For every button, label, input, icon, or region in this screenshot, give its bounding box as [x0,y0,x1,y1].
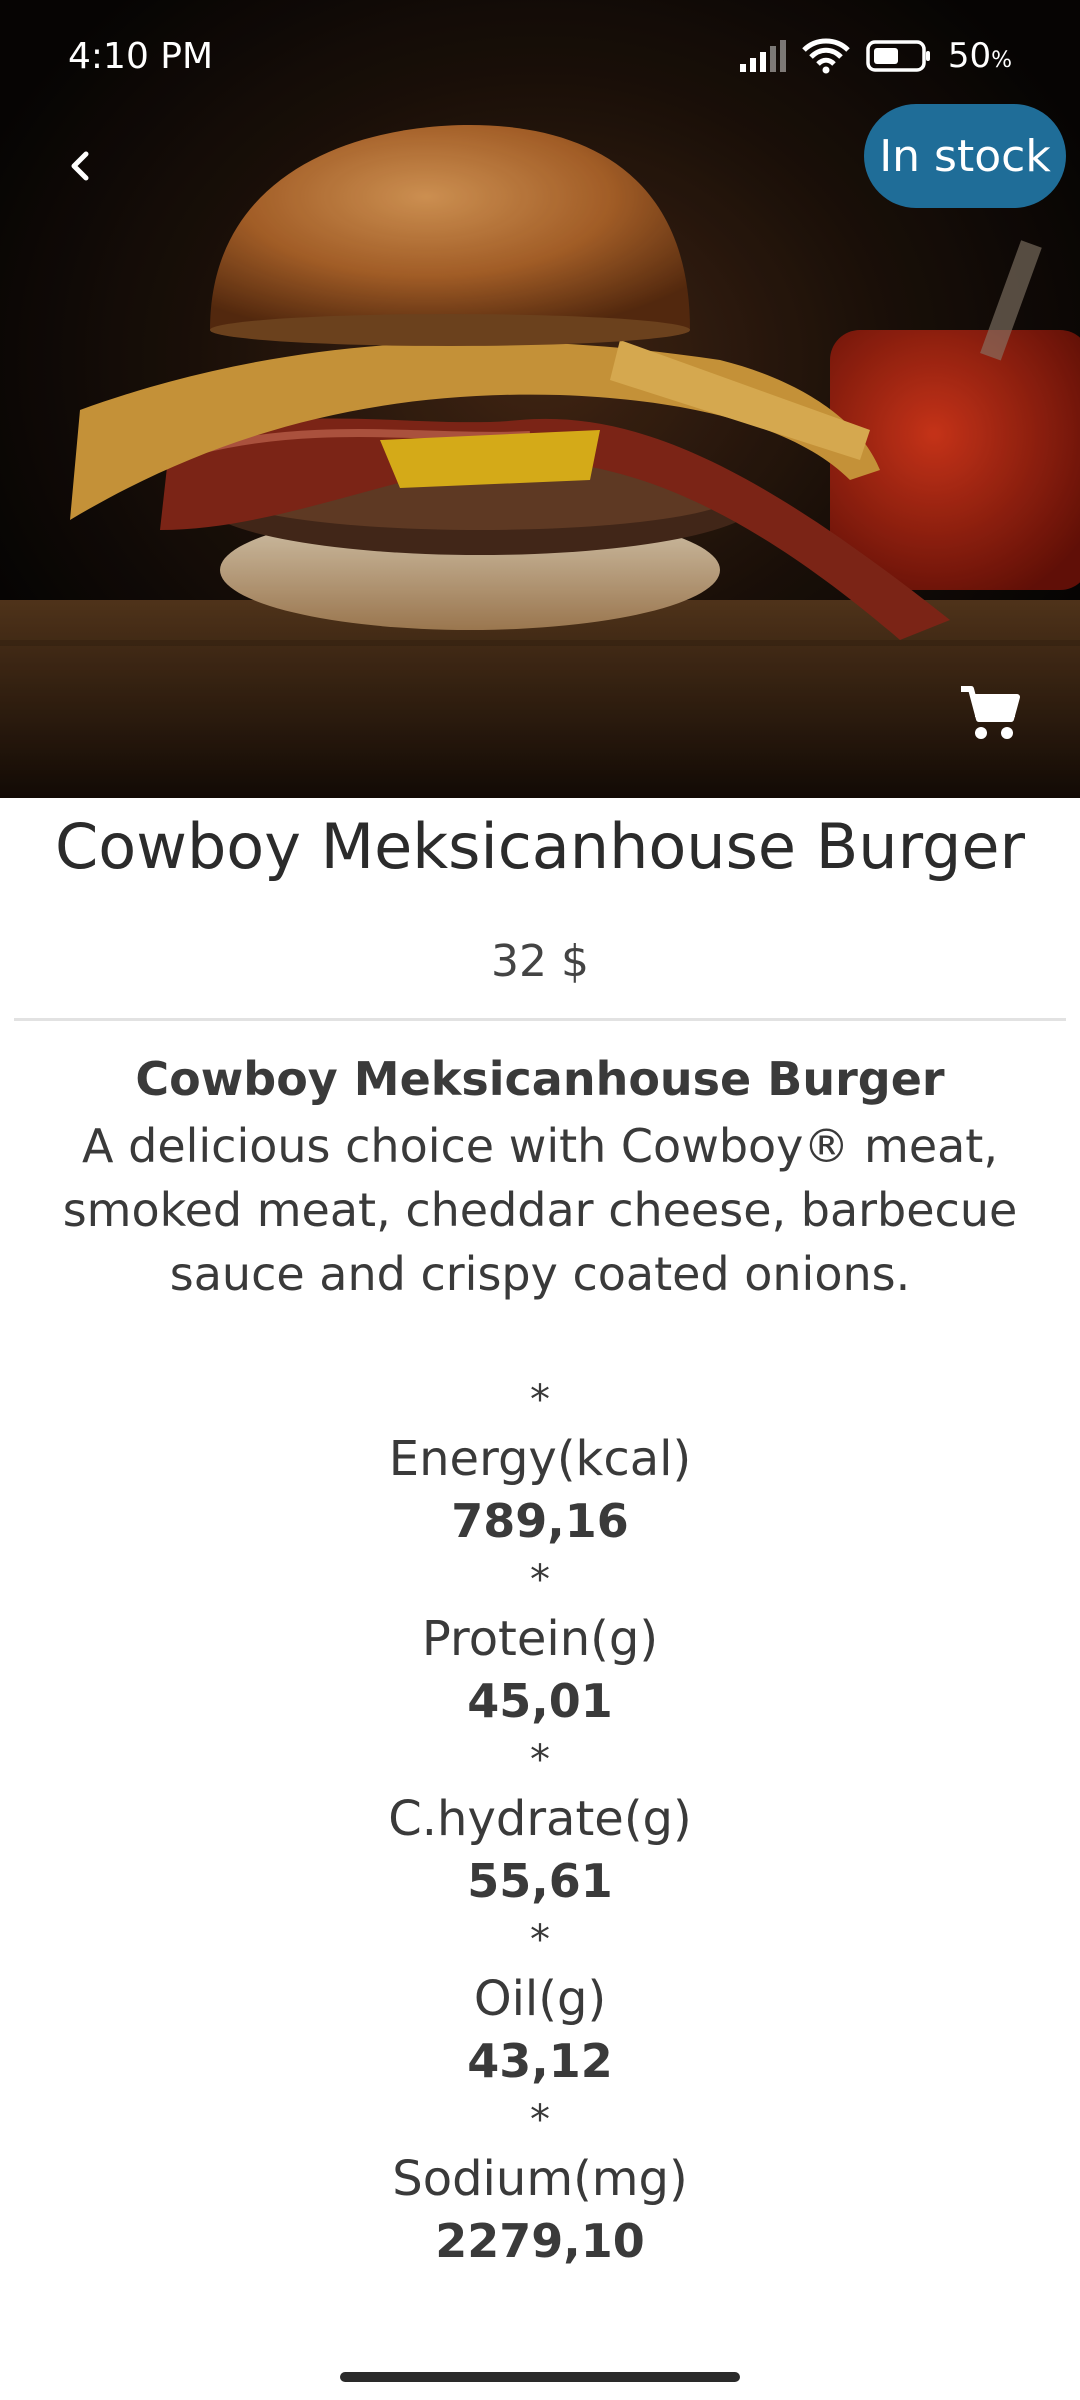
nutrition-bullet: * [530,1557,550,1603]
status-bar: 4:10 PM 50% [0,0,1080,120]
shopping-cart-icon [961,686,1020,739]
nutrition-bullet: * [530,1737,550,1783]
nutrition-bullet: * [530,1917,550,1963]
nutrition-label: Energy(kcal) [388,1431,692,1487]
nutrition-item-protein: * Protein(g) 45,01 [0,1552,1080,1732]
nutrition-list: * Energy(kcal) 789,16 * Protein(g) 45,01… [0,1372,1080,2272]
nutrition-item-carbohydrate: * C.hydrate(g) 55,61 [0,1732,1080,1912]
status-time: 4:10 PM [68,36,214,77]
product-title: Cowboy Meksicanhouse Burger [55,810,1025,883]
nutrition-label: Protein(g) [421,1611,659,1667]
description-title: Cowboy Meksicanhouse Burger [135,1052,945,1106]
nutrition-label: Sodium(mg) [392,2151,688,2207]
add-to-cart-button[interactable] [950,672,1030,752]
nutrition-label: Oil(g) [473,1971,607,2027]
nutrition-item-sodium: * Sodium(mg) 2279,10 [0,2092,1080,2272]
nutrition-item-energy: * Energy(kcal) 789,16 [0,1372,1080,1552]
product-image: 4:10 PM 50% In stock [0,0,1080,798]
battery-percent: 50% [947,36,1012,76]
nutrition-item-oil: * Oil(g) 43,12 [0,1912,1080,2092]
nutrition-value: 2279,10 [435,2214,645,2268]
back-button[interactable] [44,130,116,202]
stock-status-badge: In stock [864,104,1066,208]
battery-icon [866,40,930,72]
divider [14,1018,1066,1021]
product-detail-screen: 4:10 PM 50% In stock Cowboy Meksicanhous… [0,0,1080,2400]
home-indicator[interactable] [340,2372,740,2382]
status-icons: 50% [738,36,1012,76]
nutrition-value: 55,61 [467,1854,613,1908]
nutrition-value: 789,16 [451,1494,629,1548]
nutrition-bullet: * [530,1377,550,1423]
product-description: A delicious choice with Cowboy® meat, sm… [62,1119,1018,1301]
chevron-left-icon [71,151,89,181]
signal-icon [739,40,786,72]
nutrition-bullet: * [530,2097,550,2143]
wifi-icon [802,38,850,74]
nutrition-value: 45,01 [467,1674,613,1728]
nutrition-label: C.hydrate(g) [388,1791,692,1847]
product-price: 32 $ [491,936,589,987]
nutrition-value: 43,12 [467,2034,613,2088]
